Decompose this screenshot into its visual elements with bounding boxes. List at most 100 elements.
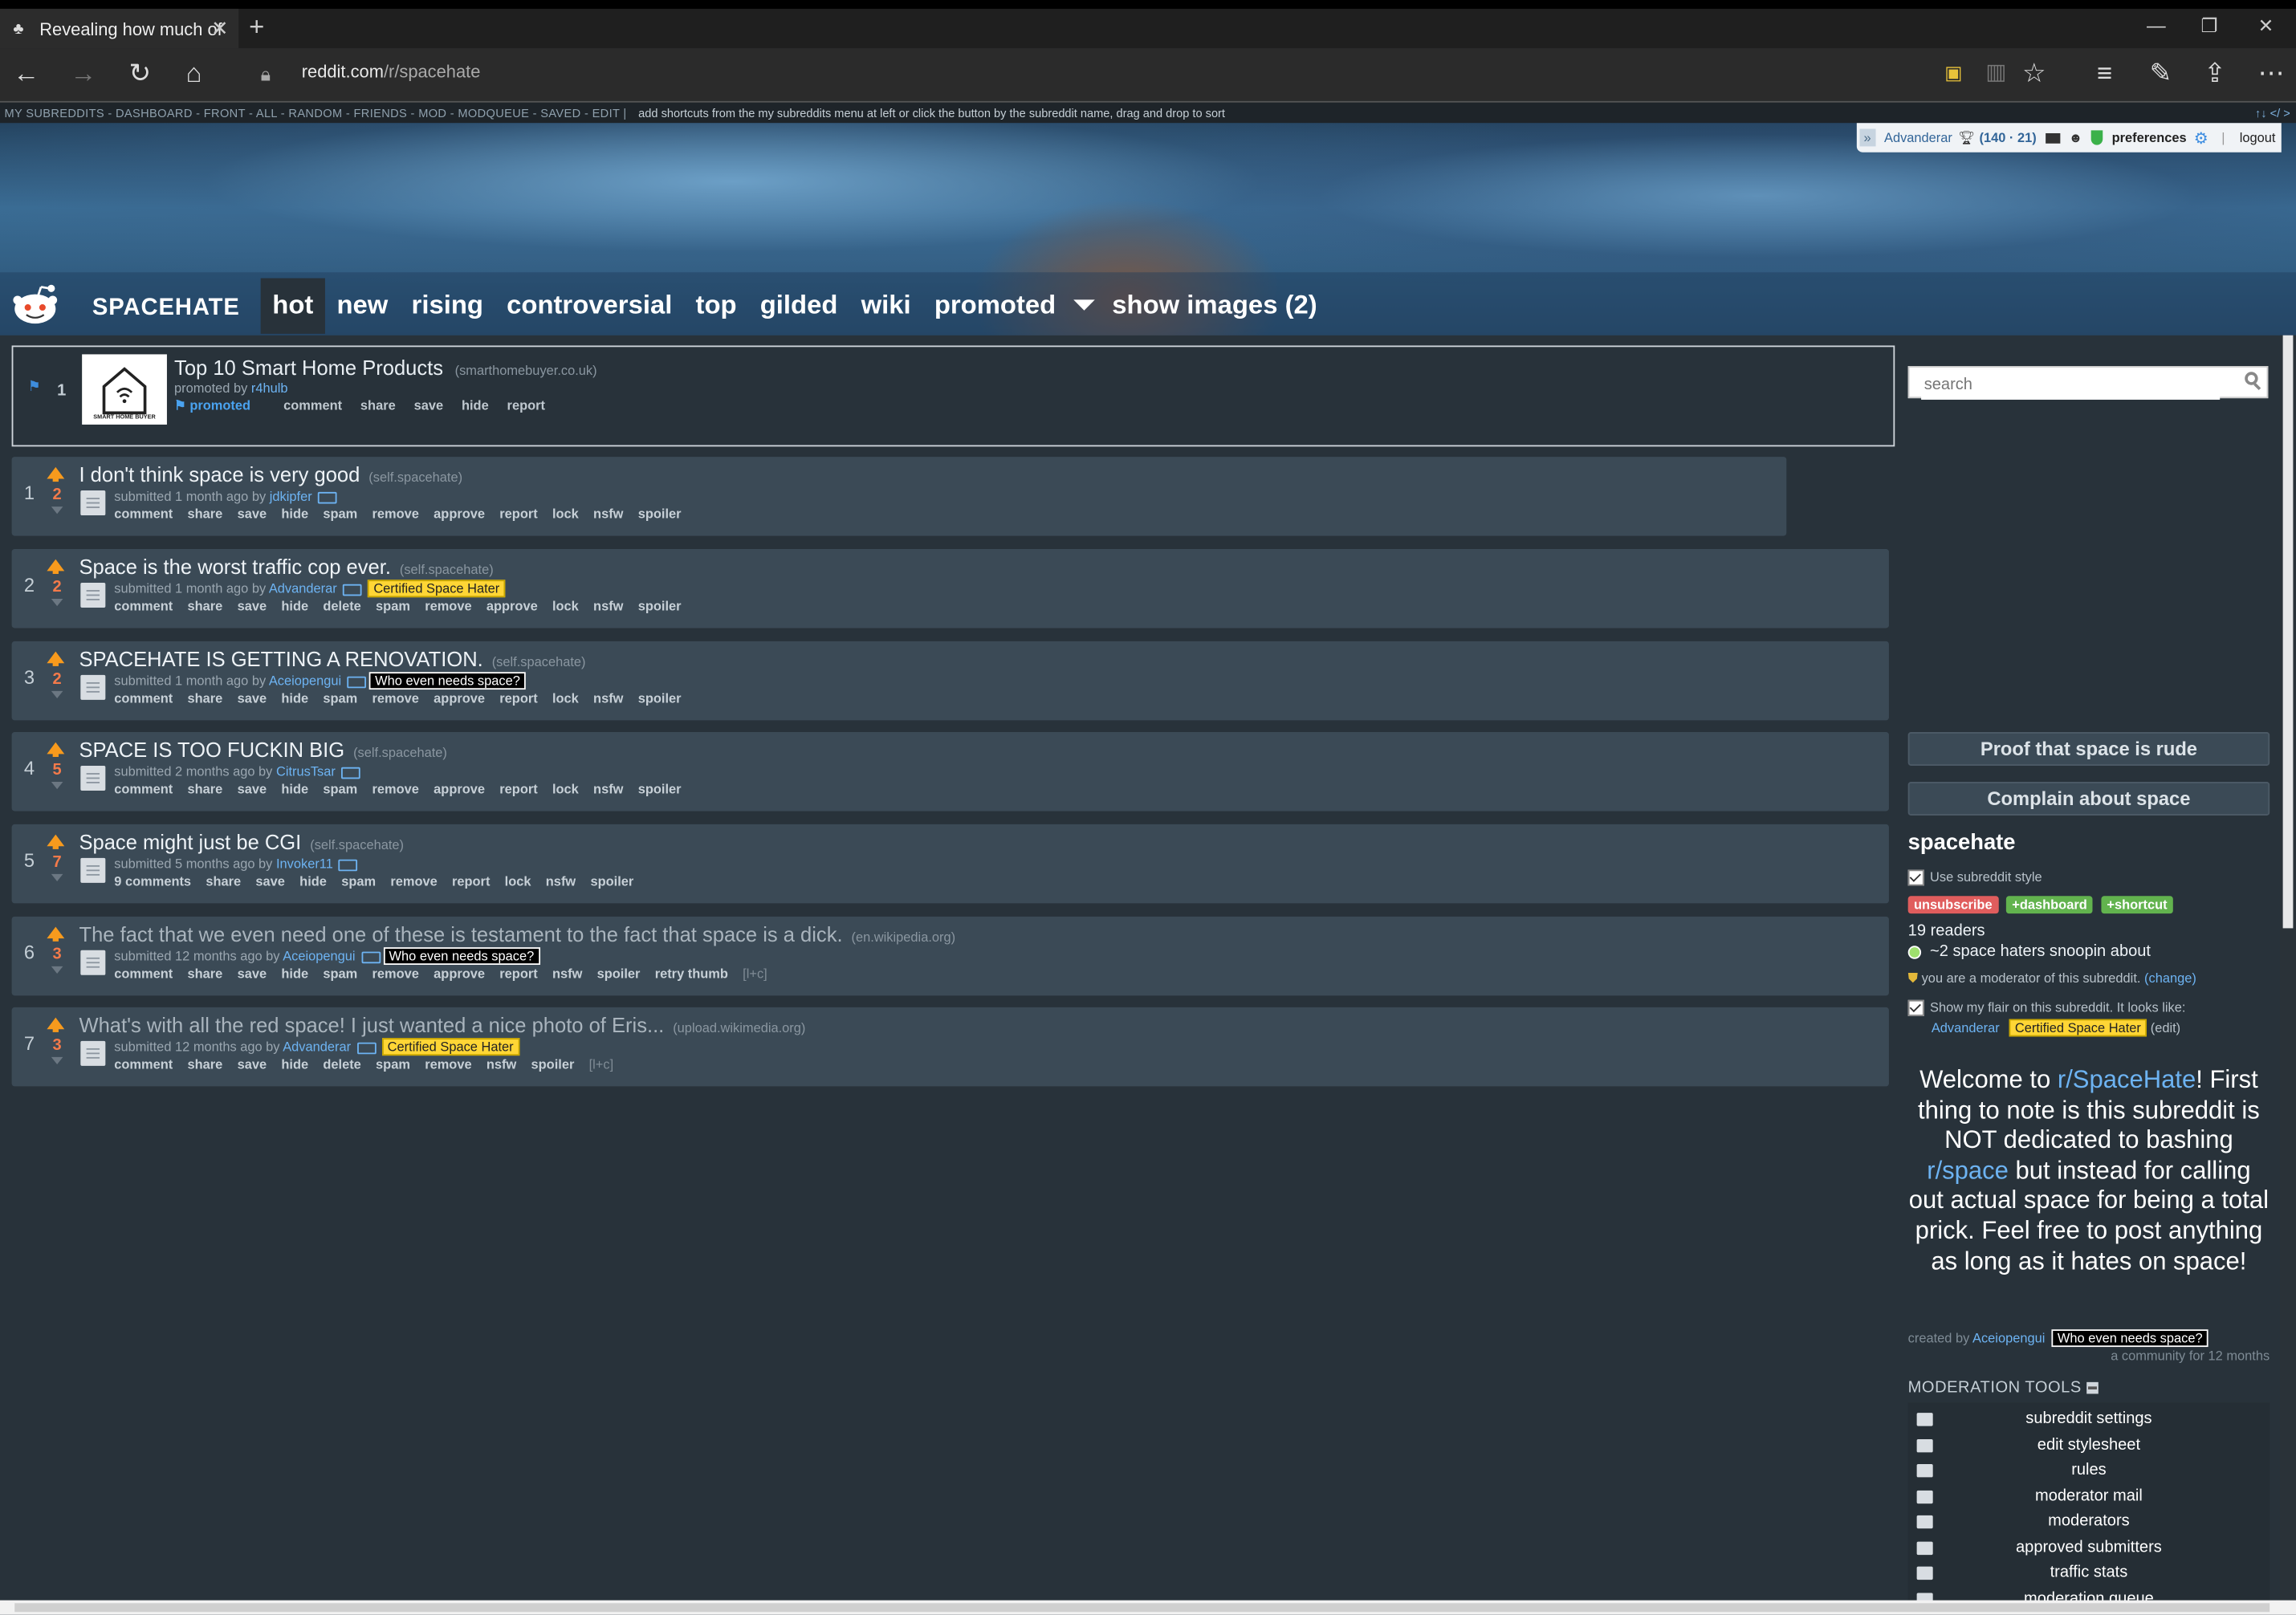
remove-button[interactable]: remove bbox=[425, 599, 471, 613]
hide-button[interactable]: hide bbox=[281, 691, 308, 706]
tab-hot[interactable]: hot bbox=[260, 278, 325, 334]
delete-button[interactable]: delete bbox=[323, 599, 360, 613]
spoiler-button[interactable]: spoiler bbox=[638, 599, 682, 613]
hide-button[interactable]: hide bbox=[281, 966, 308, 981]
window-close-icon[interactable]: ✕ bbox=[2258, 14, 2274, 38]
shortcut-button[interactable]: +shortcut bbox=[2101, 896, 2173, 914]
expando-link[interactable]: [l+c] bbox=[589, 1057, 614, 1072]
self-post-thumbnail-icon[interactable] bbox=[80, 490, 106, 516]
mod-tool-approved-submitters[interactable]: approved submitters bbox=[1908, 1538, 2270, 1556]
author-link[interactable]: Aceiopengui bbox=[269, 673, 341, 688]
complain-about-space-button[interactable]: Complain about space bbox=[1907, 782, 2270, 816]
nsfw-button[interactable]: nsfw bbox=[593, 782, 623, 796]
mod-tool-moderators[interactable]: moderators bbox=[1908, 1512, 2270, 1530]
9-comments-button[interactable]: 9 comments bbox=[114, 874, 191, 889]
dashboard-button[interactable]: +dashboard bbox=[2005, 896, 2094, 914]
new-tab-icon[interactable]: + bbox=[249, 12, 264, 43]
save-button[interactable]: save bbox=[238, 966, 267, 981]
lock-button[interactable]: lock bbox=[552, 506, 579, 521]
space-link[interactable]: r/space bbox=[1927, 1157, 2009, 1185]
shortcut-controls-icon[interactable]: ↑↓ </ > bbox=[2255, 103, 2290, 124]
spam-button[interactable]: spam bbox=[323, 691, 357, 706]
mod-tool-traffic-stats[interactable]: traffic stats bbox=[1908, 1564, 2270, 1581]
hide-button[interactable]: hide bbox=[299, 874, 327, 889]
spacehate-link[interactable]: r/SpaceHate bbox=[2058, 1066, 2196, 1094]
favorite-star-icon[interactable]: ☆ bbox=[2022, 59, 2046, 89]
spam-button[interactable]: spam bbox=[376, 599, 410, 613]
self-post-thumbnail-icon[interactable] bbox=[80, 950, 106, 975]
tab-gilded[interactable]: gilded bbox=[748, 279, 849, 334]
share-button[interactable]: share bbox=[188, 966, 223, 981]
comment-button[interactable]: comment bbox=[114, 506, 173, 521]
logout-link[interactable]: logout bbox=[2240, 130, 2276, 144]
reading-view-icon[interactable]: ▥ bbox=[1985, 59, 2006, 85]
tag-icon[interactable] bbox=[347, 676, 367, 688]
mod-tool-label[interactable]: rules bbox=[2071, 1461, 2106, 1479]
post-domain[interactable]: (en.wikipedia.org) bbox=[852, 930, 956, 944]
expand-icon[interactable]: » bbox=[1858, 128, 1876, 147]
scrollbar-thumb-horizontal[interactable] bbox=[14, 1603, 2270, 1613]
save-button[interactable]: save bbox=[238, 506, 267, 521]
remove-button[interactable]: remove bbox=[372, 966, 418, 981]
downvote-arrow-icon[interactable] bbox=[51, 1056, 63, 1065]
author-link[interactable]: Advanderar bbox=[283, 1039, 351, 1054]
report-button[interactable]: report bbox=[499, 966, 537, 981]
tag-icon[interactable] bbox=[317, 491, 337, 503]
tab-new[interactable]: new bbox=[325, 279, 400, 334]
report-button[interactable]: report bbox=[452, 874, 490, 889]
approve-button[interactable]: approve bbox=[434, 966, 485, 981]
tab-top[interactable]: top bbox=[684, 279, 748, 334]
close-tab-icon[interactable]: ✕ bbox=[211, 16, 228, 41]
creator-link[interactable]: Aceiopengui bbox=[1972, 1331, 2045, 1345]
scrollbar-thumb[interactable] bbox=[2282, 335, 2294, 929]
search-input[interactable] bbox=[1921, 370, 2221, 400]
author-link[interactable]: r4hulb bbox=[251, 380, 288, 395]
hub-icon[interactable]: ≡ bbox=[2097, 59, 2112, 89]
mod-tool-label[interactable]: traffic stats bbox=[2050, 1564, 2128, 1581]
spoiler-button[interactable]: spoiler bbox=[590, 874, 633, 889]
mod-tool-label[interactable]: subreddit settings bbox=[2025, 1410, 2151, 1428]
post-title[interactable]: The fact that we even need one of these … bbox=[79, 922, 955, 946]
horizontal-scrollbar[interactable] bbox=[0, 1600, 2296, 1615]
tag-icon[interactable] bbox=[360, 950, 381, 963]
nsfw-button[interactable]: nsfw bbox=[552, 966, 582, 981]
post-title[interactable]: What's with all the red space! I just wa… bbox=[79, 1013, 805, 1036]
share-button[interactable]: share bbox=[188, 691, 223, 706]
comment-button[interactable]: comment bbox=[283, 398, 342, 413]
hide-button[interactable]: hide bbox=[281, 599, 308, 613]
mod-tool-label[interactable]: edit stylesheet bbox=[2037, 1435, 2140, 1453]
subreddit-name[interactable]: SPACEHATE bbox=[92, 295, 240, 322]
post-domain[interactable]: (self.spacehate) bbox=[400, 562, 494, 576]
spoiler-button[interactable]: spoiler bbox=[638, 691, 682, 706]
mod-tool-edit-stylesheet[interactable]: edit stylesheet bbox=[1908, 1435, 2270, 1453]
author-link[interactable]: Aceiopengui bbox=[283, 949, 355, 963]
spam-button[interactable]: spam bbox=[323, 966, 357, 981]
save-button[interactable]: save bbox=[255, 874, 285, 889]
lock-button[interactable]: lock bbox=[552, 782, 579, 796]
use-style-checkbox[interactable] bbox=[1907, 869, 1924, 886]
spoiler-button[interactable]: spoiler bbox=[638, 782, 682, 796]
self-post-thumbnail-icon[interactable] bbox=[80, 582, 106, 608]
author-link[interactable]: Advanderar bbox=[269, 581, 337, 596]
preferences-link[interactable]: preferences bbox=[2112, 130, 2187, 144]
report-button[interactable]: report bbox=[507, 398, 545, 413]
tab-rising[interactable]: rising bbox=[400, 279, 495, 334]
comment-button[interactable]: comment bbox=[114, 1057, 173, 1072]
remove-button[interactable]: remove bbox=[425, 1057, 471, 1072]
remove-button[interactable]: remove bbox=[390, 874, 437, 889]
my-subreddits-links[interactable]: MY SUBREDDITS - DASHBOARD - FRONT - ALL … bbox=[4, 107, 620, 120]
restore-icon[interactable]: ❐ bbox=[2200, 14, 2217, 38]
share-icon[interactable]: ⇪ bbox=[2204, 59, 2226, 89]
spoiler-button[interactable]: spoiler bbox=[638, 506, 682, 521]
post-domain[interactable]: (self.spacehate) bbox=[353, 745, 447, 759]
author-link[interactable]: Invoker11 bbox=[276, 856, 333, 871]
gear-icon[interactable]: ⚙ bbox=[2194, 128, 2208, 147]
post-title-text[interactable]: Top 10 Smart Home Products bbox=[174, 356, 443, 379]
change-link[interactable]: (change) bbox=[2144, 970, 2196, 985]
delete-button[interactable]: delete bbox=[323, 1057, 360, 1072]
lock-button[interactable]: lock bbox=[552, 691, 579, 706]
nsfw-button[interactable]: nsfw bbox=[593, 691, 623, 706]
share-button[interactable]: share bbox=[188, 1057, 223, 1072]
post-title[interactable]: SPACE IS TOO FUCKIN BIG (self.spacehate) bbox=[79, 738, 446, 761]
spam-button[interactable]: spam bbox=[341, 874, 376, 889]
